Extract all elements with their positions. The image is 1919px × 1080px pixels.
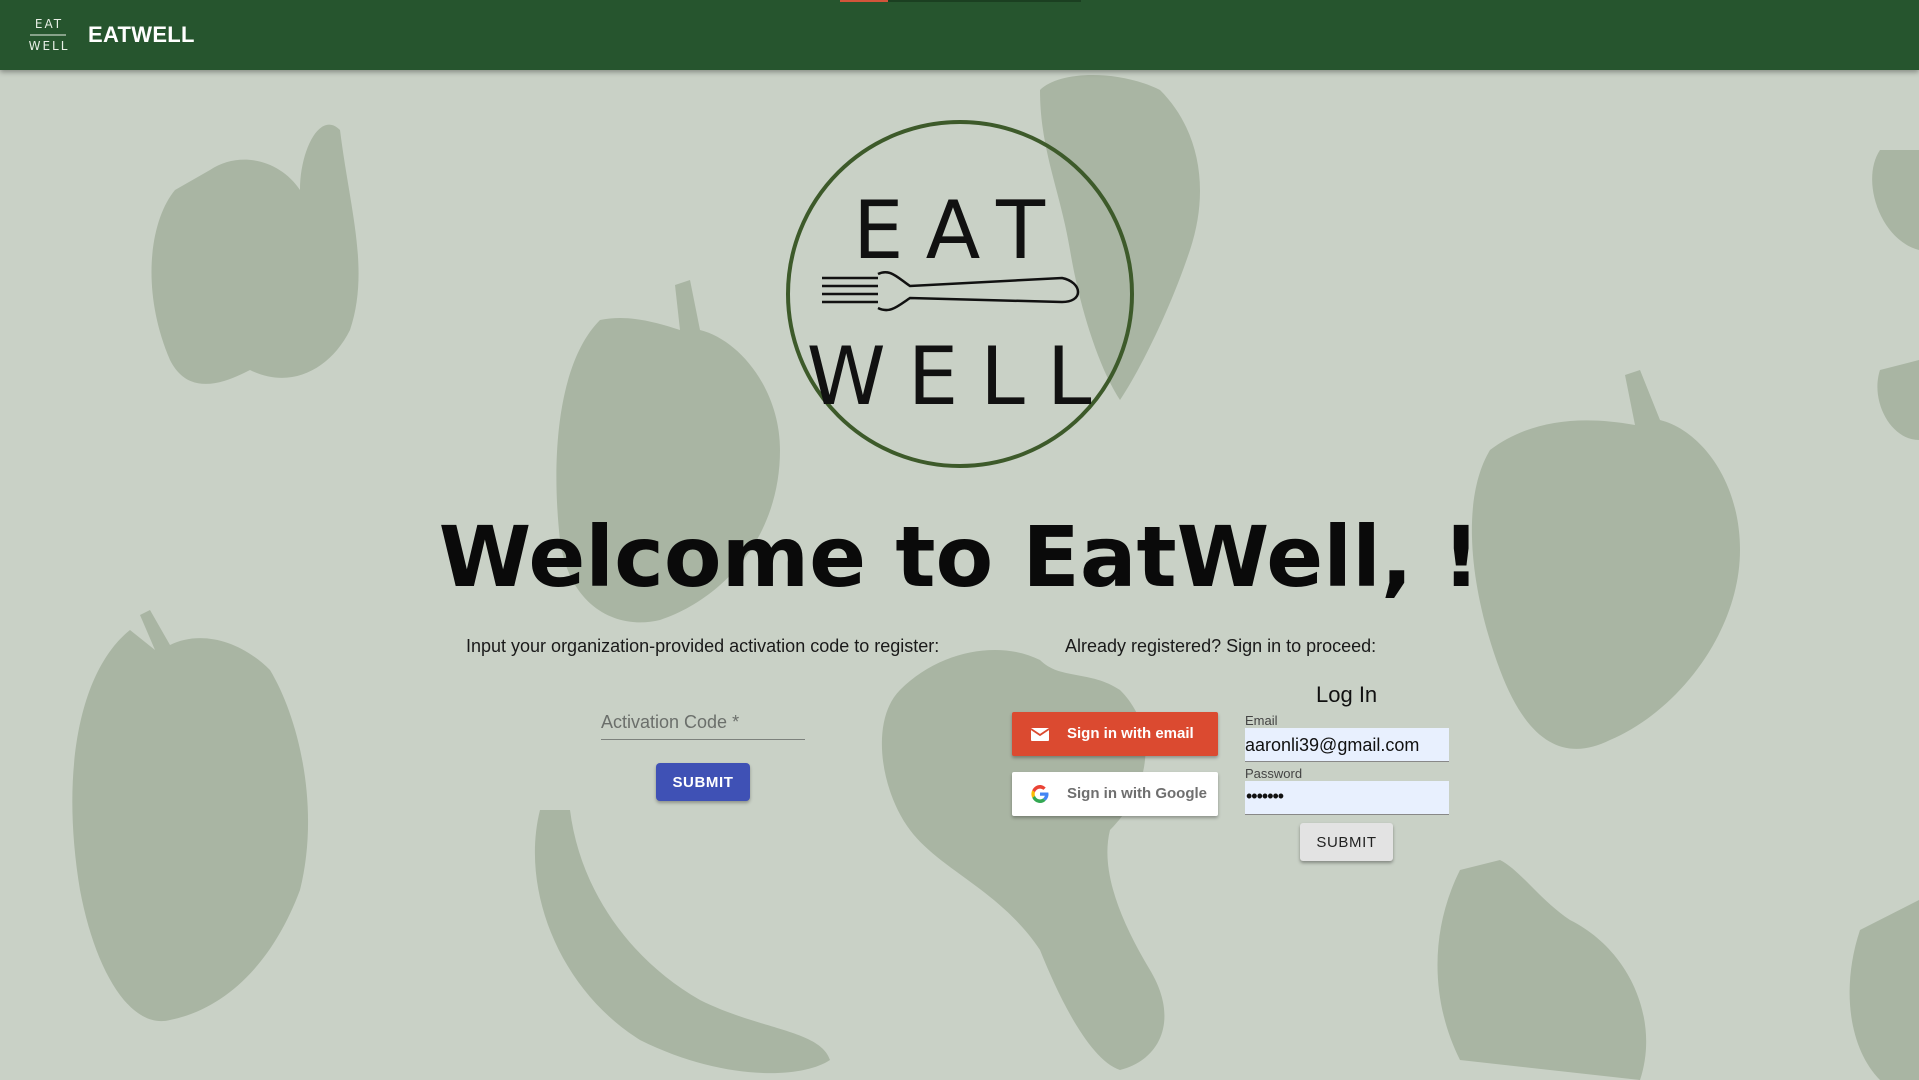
eatwell-fork-logo-icon: EAT WELL — [786, 120, 1134, 468]
password-mask: ••••••• — [1246, 786, 1284, 806]
email-field[interactable] — [1245, 728, 1449, 762]
signin-prompt: Already registered? Sign in to proceed: — [1065, 636, 1377, 656]
sign-in-email-label: Sign in with email — [1067, 725, 1194, 742]
logo-text-eat: EAT — [853, 184, 1067, 277]
input-underline — [601, 739, 805, 740]
password-label: Password — [1245, 766, 1303, 781]
email-label: Email — [1245, 713, 1278, 728]
activation-code-label: Activation Code * — [601, 712, 740, 732]
svg-text:WELL: WELL — [29, 39, 70, 53]
active-tab-indicator — [840, 0, 888, 2]
sign-in-email-button[interactable]: Sign in with email — [1012, 712, 1218, 756]
logo-text-well: WELL — [807, 330, 1114, 423]
register-prompt: Input your organization-provided activat… — [466, 636, 940, 656]
svg-text:EAT: EAT — [35, 17, 63, 31]
eatwell-logo-small-icon[interactable]: EAT WELL — [26, 14, 72, 54]
sign-in-google-button[interactable]: Sign in with Google — [1012, 772, 1218, 816]
main-content: EAT WELL Welcome to EatWell, ! Input you… — [0, 0, 1919, 1080]
app-bar: EAT WELL EATWELL — [0, 0, 1919, 70]
login-title: Log In — [1316, 682, 1378, 707]
app-title[interactable]: EATWELL — [88, 22, 195, 48]
welcome-heading: Welcome to EatWell, ! — [438, 508, 1481, 606]
mail-icon — [1030, 728, 1050, 741]
google-icon — [1031, 785, 1049, 803]
sign-in-google-label: Sign in with Google — [1067, 785, 1207, 802]
activation-code-field[interactable]: Activation Code * — [601, 704, 805, 740]
login-submit-button[interactable]: SUBMIT — [1300, 823, 1393, 861]
tab-strip — [840, 0, 1081, 2]
register-submit-button[interactable]: SUBMIT — [656, 763, 750, 801]
